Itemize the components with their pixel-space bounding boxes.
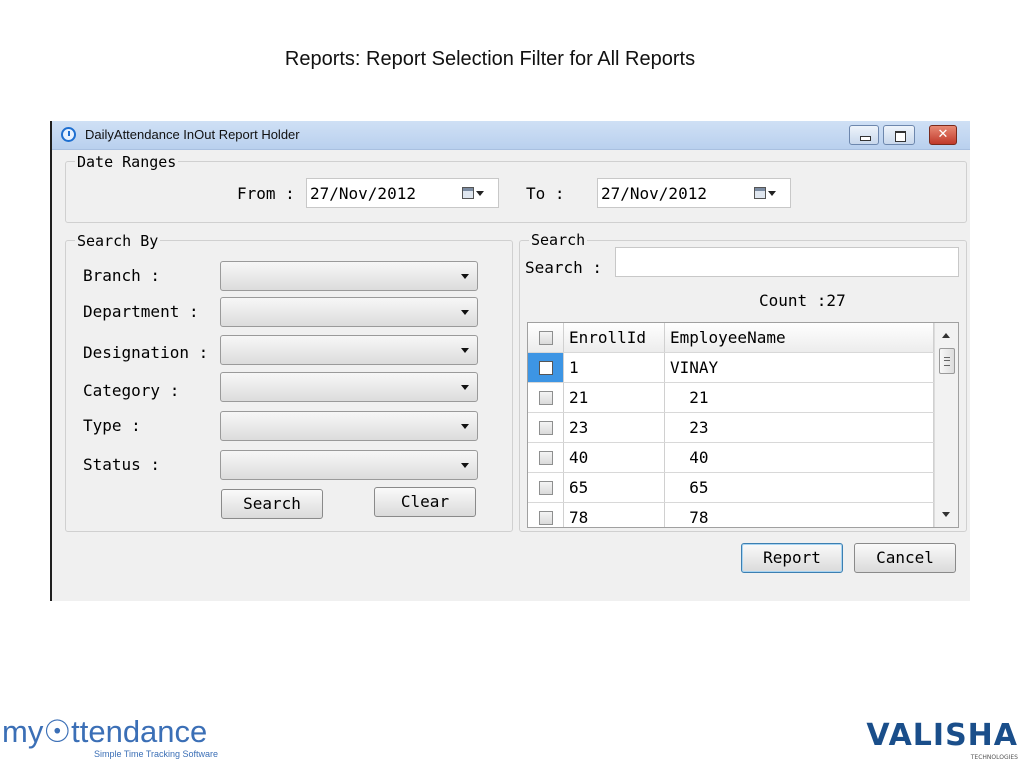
category-select[interactable] bbox=[220, 372, 478, 402]
branch-label: Branch : bbox=[83, 266, 161, 285]
enrollid-cell: 1 bbox=[564, 353, 665, 382]
department-label: Department : bbox=[83, 302, 199, 321]
cancel-button[interactable]: Cancel bbox=[854, 543, 956, 573]
designation-label: Designation : bbox=[83, 343, 209, 362]
row-checkbox-cell bbox=[528, 443, 564, 472]
chevron-down-icon bbox=[768, 191, 776, 196]
table-row[interactable]: 65 65 bbox=[528, 473, 934, 503]
row-checkbox[interactable] bbox=[539, 451, 553, 465]
category-label: Category : bbox=[83, 381, 180, 400]
department-select[interactable] bbox=[220, 297, 478, 327]
chevron-down-icon bbox=[461, 274, 469, 279]
scroll-up-icon[interactable] bbox=[942, 333, 950, 338]
window-title: DailyAttendance InOut Report Holder bbox=[85, 127, 300, 142]
row-checkbox-cell bbox=[528, 353, 564, 382]
valisha-tagline: TECHNOLOGIES bbox=[970, 754, 1018, 761]
from-label: From : bbox=[237, 184, 295, 203]
enrollid-cell: 23 bbox=[564, 413, 665, 442]
scroll-thumb[interactable] bbox=[939, 348, 955, 374]
chevron-down-icon bbox=[476, 191, 484, 196]
employeename-cell: 65 bbox=[665, 473, 934, 502]
date-ranges-label: Date Ranges bbox=[75, 153, 179, 171]
clock-icon bbox=[61, 127, 76, 142]
table-row[interactable]: 23 23 bbox=[528, 413, 934, 443]
table-row[interactable]: 1 VINAY bbox=[528, 353, 934, 383]
myattendance-logo-word: my☉ttendance bbox=[2, 714, 208, 749]
header-checkbox-cell bbox=[528, 323, 564, 352]
status-label: Status : bbox=[83, 455, 161, 474]
employeename-cell: 78 bbox=[665, 503, 934, 527]
scroll-down-icon[interactable] bbox=[942, 512, 950, 517]
valisha-logo: valisha TECHNOLOGIES bbox=[866, 718, 1020, 764]
search-label: Search : bbox=[525, 258, 603, 277]
select-all-checkbox[interactable] bbox=[539, 331, 553, 345]
valisha-logo-word: valisha bbox=[866, 718, 1018, 753]
table-row[interactable]: 40 40 bbox=[528, 443, 934, 473]
chevron-down-icon bbox=[461, 310, 469, 315]
report-button[interactable]: Report bbox=[741, 543, 843, 573]
to-label: To : bbox=[526, 184, 565, 203]
type-select[interactable] bbox=[220, 411, 478, 441]
row-checkbox-cell bbox=[528, 413, 564, 442]
report-holder-window: DailyAttendance InOut Report Holder ✕ Da… bbox=[50, 121, 970, 601]
row-checkbox[interactable] bbox=[539, 511, 553, 525]
search-input[interactable] bbox=[615, 247, 959, 277]
search-by-label: Search By bbox=[75, 232, 161, 250]
myattendance-logo: my☉ttendance Simple Time Tracking Softwa… bbox=[2, 712, 247, 762]
myattendance-tagline: Simple Time Tracking Software bbox=[94, 749, 219, 759]
close-icon: ✕ bbox=[937, 127, 949, 142]
to-date-field[interactable]: 27/Nov/2012 bbox=[597, 178, 791, 208]
calendar-icon bbox=[754, 187, 766, 199]
row-checkbox[interactable] bbox=[539, 361, 553, 375]
from-date-value: 27/Nov/2012 bbox=[310, 184, 416, 203]
chevron-down-icon bbox=[461, 348, 469, 353]
from-date-field[interactable]: 27/Nov/2012 bbox=[306, 178, 499, 208]
table-row[interactable]: 21 21 bbox=[528, 383, 934, 413]
search-button[interactable]: Search bbox=[221, 489, 323, 519]
chevron-down-icon bbox=[461, 424, 469, 429]
chevron-down-icon bbox=[461, 463, 469, 468]
employeename-cell: 40 bbox=[665, 443, 934, 472]
status-select[interactable] bbox=[220, 450, 478, 480]
clear-button[interactable]: Clear bbox=[374, 487, 476, 517]
date-ranges-group bbox=[65, 161, 967, 223]
type-label: Type : bbox=[83, 416, 141, 435]
table-row[interactable]: 78 78 bbox=[528, 503, 934, 527]
employeename-cell: 21 bbox=[665, 383, 934, 412]
maximize-button[interactable] bbox=[883, 125, 915, 145]
employee-grid: EnrollId EmployeeName 1 VINAY 21 21 23 2… bbox=[527, 322, 959, 528]
employeename-cell: VINAY bbox=[665, 353, 934, 382]
row-checkbox-cell bbox=[528, 503, 564, 527]
chevron-down-icon bbox=[461, 385, 469, 390]
row-checkbox[interactable] bbox=[539, 421, 553, 435]
row-checkbox[interactable] bbox=[539, 391, 553, 405]
employeename-cell: 23 bbox=[665, 413, 934, 442]
designation-select[interactable] bbox=[220, 335, 478, 365]
row-checkbox[interactable] bbox=[539, 481, 553, 495]
to-date-value: 27/Nov/2012 bbox=[601, 184, 707, 203]
column-header-employeename[interactable]: EmployeeName bbox=[665, 323, 934, 352]
slide-title: Reports: Report Selection Filter for All… bbox=[284, 48, 696, 70]
enrollid-cell: 78 bbox=[564, 503, 665, 527]
count-label: Count :27 bbox=[759, 291, 846, 310]
to-calendar-button[interactable] bbox=[754, 186, 778, 201]
minimize-button[interactable] bbox=[849, 125, 879, 145]
enrollid-cell: 21 bbox=[564, 383, 665, 412]
window-titlebar[interactable]: DailyAttendance InOut Report Holder ✕ bbox=[52, 121, 970, 150]
column-header-enrollid[interactable]: EnrollId bbox=[564, 323, 665, 352]
close-button[interactable]: ✕ bbox=[929, 125, 957, 145]
grid-header: EnrollId EmployeeName bbox=[528, 323, 934, 353]
branch-select[interactable] bbox=[220, 261, 478, 291]
row-checkbox-cell bbox=[528, 473, 564, 502]
calendar-icon bbox=[462, 187, 474, 199]
enrollid-cell: 40 bbox=[564, 443, 665, 472]
grid-scrollbar[interactable] bbox=[934, 323, 958, 527]
from-calendar-button[interactable] bbox=[462, 186, 486, 201]
enrollid-cell: 65 bbox=[564, 473, 665, 502]
row-checkbox-cell bbox=[528, 383, 564, 412]
search-group-label: Search bbox=[529, 231, 588, 249]
